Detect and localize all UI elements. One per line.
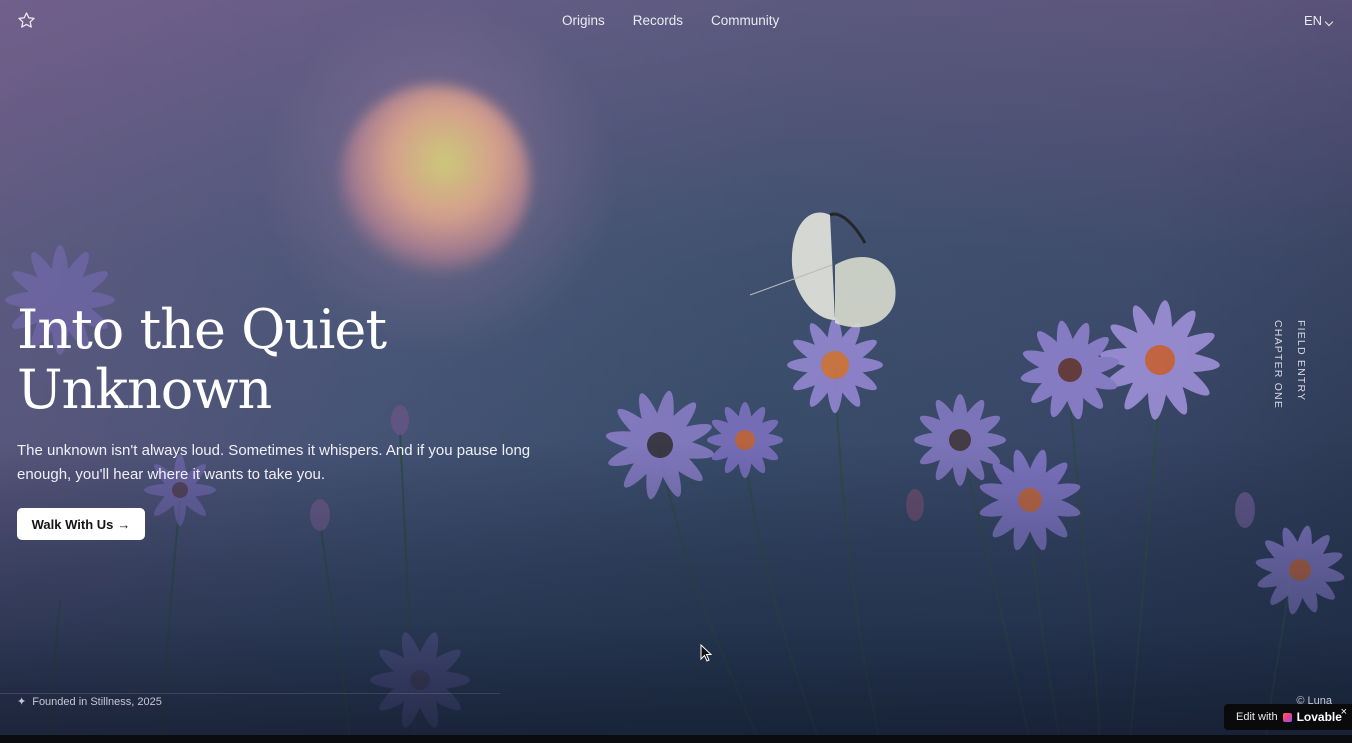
hero-subtitle: The unknown isn't always loud. Sometimes… (17, 442, 531, 483)
field-entry-label: FIELD ENTRY (1295, 320, 1307, 402)
walk-with-us-button[interactable]: Walk With Us → (17, 508, 145, 540)
badge-brand-text: Lovable (1296, 710, 1342, 724)
butterfly (749, 212, 896, 328)
hero-title-line2: Unknown (17, 358, 272, 421)
close-icon[interactable]: × (1341, 706, 1347, 718)
edit-with-lovable-badge[interactable]: Edit with Lovable × (1224, 704, 1352, 730)
nav-link-community[interactable]: Community (711, 13, 779, 28)
language-label: EN (1303, 13, 1322, 28)
language-selector[interactable]: EN (1303, 13, 1334, 28)
chapter-label: CHAPTER ONE (1272, 320, 1284, 410)
founded-text: Founded in Stillness, 2025 (32, 695, 162, 708)
footer-divider (0, 693, 500, 694)
arrow-right-icon: → (117, 516, 131, 532)
nav-link-origins[interactable]: Origins (562, 13, 605, 28)
badge-edit-text: Edit with (1236, 711, 1278, 723)
hero-title: Into the Quiet Unknown (17, 300, 537, 420)
star-icon[interactable] (17, 11, 36, 30)
nav-link-records[interactable]: Records (633, 13, 683, 28)
cta-label: Walk With Us (31, 516, 114, 532)
mouse-cursor-icon (700, 644, 712, 662)
founded-note: ✦ Founded in Stillness, 2025 (17, 695, 162, 709)
sparkle-icon: ✦ (17, 696, 27, 708)
nav-links: Origins Records Community (562, 13, 779, 28)
chevron-down-icon (1324, 17, 1334, 26)
ground-fog (0, 443, 1352, 743)
hero-section: Origins Records Community EN Into the Qu… (0, 0, 1352, 743)
top-navigation: Origins Records Community EN (0, 0, 1352, 42)
hero-title-line1: Into the Quiet (17, 298, 387, 361)
lovable-logo-icon (1282, 712, 1292, 722)
bottom-bar (0, 735, 1352, 743)
